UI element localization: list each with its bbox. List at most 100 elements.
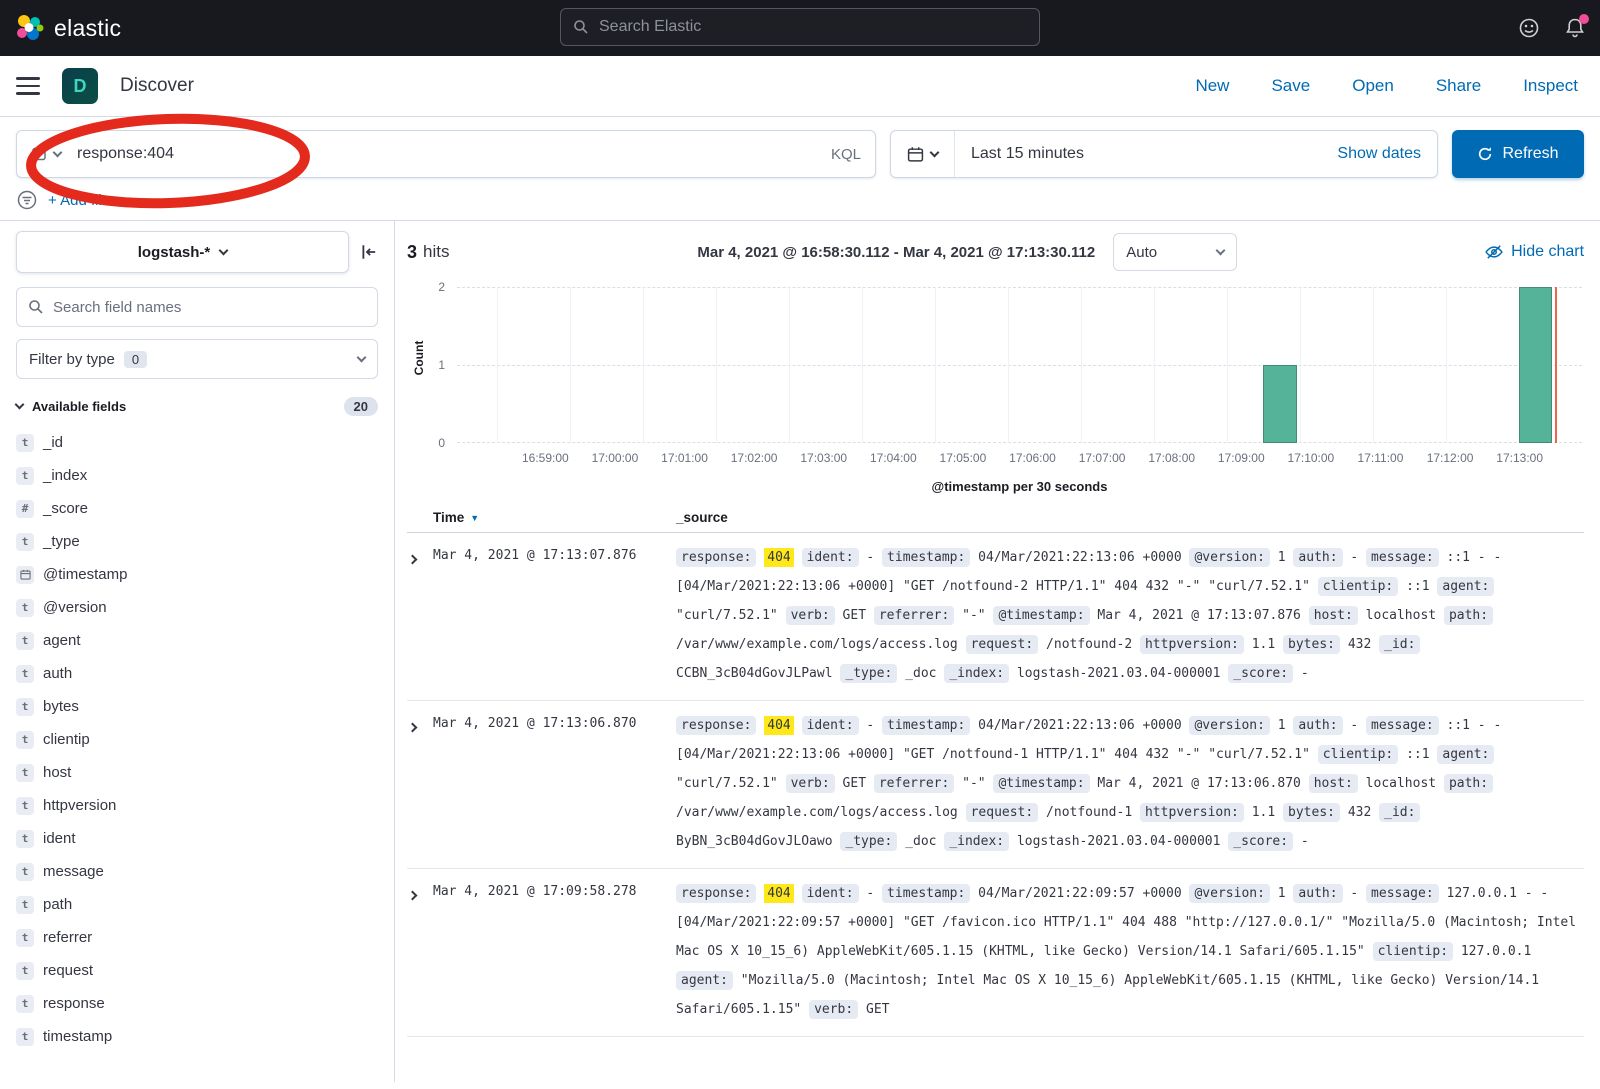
histogram-bar[interactable] bbox=[1519, 287, 1553, 443]
source-field-badge: timestamp: bbox=[882, 884, 970, 903]
field-item-@timestamp[interactable]: @timestamp bbox=[16, 558, 378, 591]
search-icon bbox=[28, 299, 44, 315]
filter-by-type-dropdown[interactable]: Filter by type 0 bbox=[16, 339, 378, 379]
chart-y-tick-label: 0 bbox=[438, 436, 445, 450]
filter-by-type-count: 0 bbox=[124, 351, 147, 368]
query-bar: response:404 KQL Last 15 minutes Show da… bbox=[0, 117, 1600, 178]
action-inspect[interactable]: Inspect bbox=[1523, 76, 1578, 96]
chart-vertical-gridline bbox=[1008, 287, 1009, 443]
source-field-badge: path: bbox=[1444, 606, 1493, 625]
field-item-_id[interactable]: t_id bbox=[16, 426, 378, 459]
field-search-input[interactable]: Search field names bbox=[16, 287, 378, 327]
available-fields-count: 20 bbox=[344, 397, 378, 416]
source-field-badge: host: bbox=[1309, 606, 1358, 625]
action-share[interactable]: Share bbox=[1436, 76, 1481, 96]
show-dates-link[interactable]: Show dates bbox=[1337, 145, 1421, 163]
field-item-_score[interactable]: #_score bbox=[16, 492, 378, 525]
field-item-response[interactable]: tresponse bbox=[16, 987, 378, 1020]
discover-app-icon[interactable]: D bbox=[62, 68, 98, 104]
field-item-message[interactable]: tmessage bbox=[16, 855, 378, 888]
search-icon bbox=[573, 19, 589, 35]
action-open[interactable]: Open bbox=[1352, 76, 1394, 96]
source-field-badge: _index: bbox=[944, 832, 1009, 851]
source-field-value: "-" bbox=[962, 776, 985, 791]
source-field-value: - bbox=[866, 718, 874, 733]
chart-x-ticks: 16:59:0017:00:0017:01:0017:02:0017:03:00… bbox=[507, 451, 1580, 467]
source-field-badge: message: bbox=[1366, 884, 1439, 903]
time-range-value[interactable]: Last 15 minutes bbox=[971, 145, 1084, 163]
chart-vertical-gridline bbox=[1300, 287, 1301, 443]
filter-manager-icon[interactable] bbox=[16, 189, 38, 211]
histogram-bar[interactable] bbox=[1263, 365, 1297, 443]
query-language-button[interactable]: KQL bbox=[831, 146, 861, 163]
chart-x-tick-label: 17:05:00 bbox=[940, 451, 987, 465]
field-item-@version[interactable]: t@version bbox=[16, 591, 378, 624]
source-field-value: "curl/7.52.1" bbox=[676, 776, 778, 791]
saved-queries-button[interactable] bbox=[31, 146, 61, 162]
field-item-bytes[interactable]: tbytes bbox=[16, 690, 378, 723]
source-field-value: "curl/7.52.1" bbox=[676, 608, 778, 623]
source-field-badge: @version: bbox=[1189, 548, 1269, 567]
collapse-sidebar-icon[interactable] bbox=[360, 243, 378, 261]
field-item-referrer[interactable]: t referrer bbox=[16, 921, 378, 954]
add-filter-link[interactable]: + Add filter bbox=[48, 192, 119, 209]
source-field-value: "-" bbox=[962, 608, 985, 623]
query-input[interactable]: response:404 KQL bbox=[16, 130, 876, 178]
source-field-value: GET bbox=[843, 608, 866, 623]
alerts-icon[interactable] bbox=[1564, 17, 1586, 39]
expand-row-button[interactable] bbox=[407, 711, 433, 856]
chevron-down-icon bbox=[1216, 245, 1226, 255]
source-field-badge: bytes: bbox=[1283, 635, 1340, 654]
field-name: bytes bbox=[43, 698, 79, 715]
doc-time: Mar 4, 2021 @ 17:13:06.870 bbox=[433, 711, 676, 856]
chart-vertical-gridline bbox=[497, 287, 498, 443]
refresh-button[interactable]: Refresh bbox=[1452, 130, 1584, 178]
available-fields-header[interactable]: Available fields 20 bbox=[16, 397, 378, 416]
field-item-timestamp[interactable]: ttimestamp bbox=[16, 1020, 378, 1053]
hide-chart-link[interactable]: Hide chart bbox=[1485, 243, 1584, 261]
field-name: @timestamp bbox=[43, 566, 127, 583]
expand-row-button[interactable] bbox=[407, 543, 433, 688]
query-text[interactable]: response:404 bbox=[77, 145, 831, 163]
field-item-agent[interactable]: tagent bbox=[16, 624, 378, 657]
string-field-icon: t bbox=[16, 632, 34, 650]
field-item-auth[interactable]: tauth bbox=[16, 657, 378, 690]
string-field-icon: t bbox=[16, 929, 34, 947]
chevron-down-icon bbox=[15, 400, 25, 410]
field-name: _index bbox=[43, 467, 87, 484]
field-item-request[interactable]: trequest bbox=[16, 954, 378, 987]
field-item-clientip[interactable]: tclientip bbox=[16, 723, 378, 756]
field-item-httpversion[interactable]: thttpversion bbox=[16, 789, 378, 822]
field-item-host[interactable]: thost bbox=[16, 756, 378, 789]
sort-desc-icon[interactable]: ▼ bbox=[470, 513, 479, 523]
field-name: message bbox=[43, 863, 104, 880]
quick-select-button[interactable] bbox=[891, 131, 955, 177]
elastic-logo[interactable]: elastic bbox=[0, 13, 121, 43]
deployment-icon[interactable] bbox=[1518, 17, 1540, 39]
source-field-badge: path: bbox=[1444, 774, 1493, 793]
index-pattern-switcher[interactable]: logstash-* bbox=[16, 231, 349, 273]
expand-row-button[interactable] bbox=[407, 879, 433, 1024]
field-name: httpversion bbox=[43, 797, 116, 814]
chart-x-tick-label: 17:04:00 bbox=[870, 451, 917, 465]
chart-vertical-gridline bbox=[1154, 287, 1155, 443]
table-row: Mar 4, 2021 @ 17:09:58.278response: 404 … bbox=[407, 869, 1584, 1037]
field-item-_type[interactable]: t_type bbox=[16, 525, 378, 558]
field-item-ident[interactable]: tident bbox=[16, 822, 378, 855]
action-new[interactable]: New bbox=[1195, 76, 1229, 96]
string-field-icon: t bbox=[16, 599, 34, 617]
source-field-value: ::1 bbox=[1406, 579, 1429, 594]
source-field-badge: bytes: bbox=[1283, 803, 1340, 822]
global-search-box[interactable]: Search Elastic bbox=[560, 8, 1040, 46]
action-save[interactable]: Save bbox=[1271, 76, 1310, 96]
menu-icon[interactable] bbox=[16, 77, 40, 95]
field-item-path[interactable]: tpath bbox=[16, 888, 378, 921]
source-field-value: CCBN_3cB04dGovJLPawl bbox=[676, 666, 833, 681]
source-field-badge: message: bbox=[1366, 716, 1439, 735]
field-name: referrer bbox=[43, 929, 92, 946]
column-header-time[interactable]: Time ▼ bbox=[433, 510, 676, 525]
field-item-_index[interactable]: t_index bbox=[16, 459, 378, 492]
source-field-value: GET bbox=[843, 776, 866, 791]
interval-select[interactable]: Auto bbox=[1113, 233, 1237, 271]
hits-count: 3 bbox=[407, 242, 417, 263]
